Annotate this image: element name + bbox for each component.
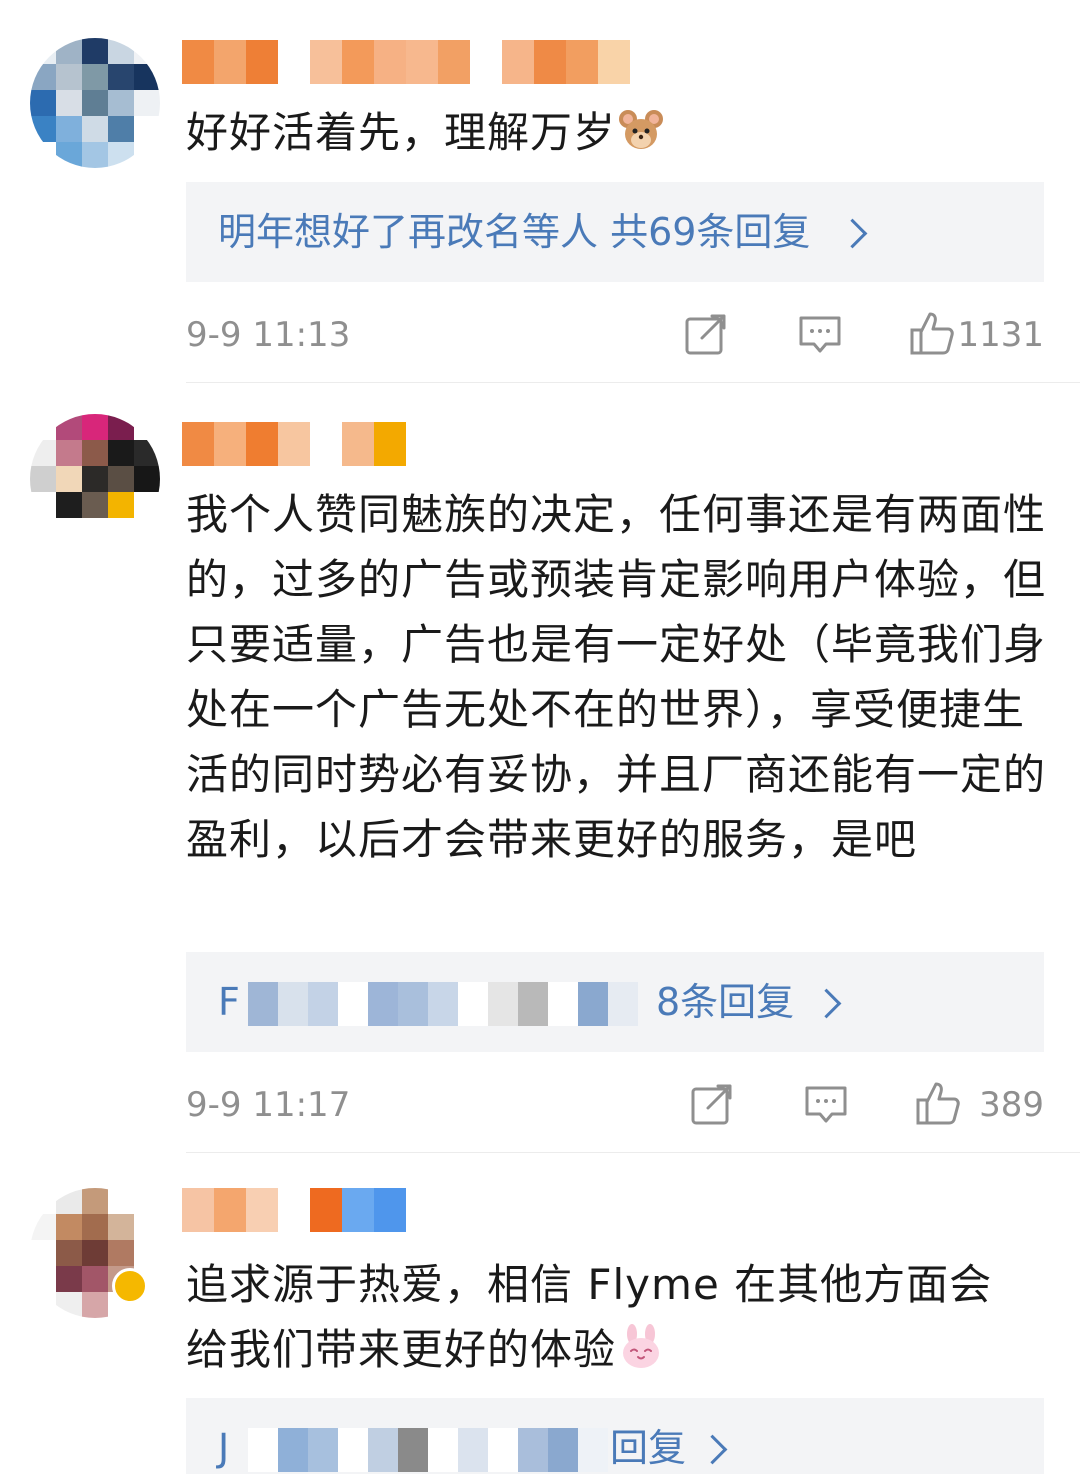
reply-summary-prefix: J <box>218 1426 230 1470</box>
verified-badge-icon <box>112 1268 148 1304</box>
reply-count: 8条回复 <box>656 980 795 1024</box>
username-redacted[interactable] <box>182 40 630 84</box>
reply-summary-prefix: F <box>218 980 240 1024</box>
comment-icon[interactable] <box>796 310 844 358</box>
reply-summary[interactable]: F 8条回复 <box>186 952 1044 1052</box>
comment-icon[interactable] <box>802 1080 850 1128</box>
redacted-text <box>248 1428 608 1472</box>
comment-text: 我个人赞同魅族的决定，任何事还是有两面性的，过多的广告或预装肯定影响用户体验，但… <box>186 490 1047 864</box>
avatar[interactable] <box>30 38 160 168</box>
reply-summary[interactable]: 明年想好了再改名等人 共69条回复 <box>186 182 1044 282</box>
redacted-text <box>248 982 638 1026</box>
chevron-right-icon <box>697 1434 728 1465</box>
share-icon[interactable] <box>688 1080 736 1128</box>
share-icon[interactable] <box>682 310 730 358</box>
comment-actions: 9-9 11:17 389 <box>186 1076 1044 1136</box>
chevron-right-icon <box>837 218 868 249</box>
divider <box>186 382 1080 383</box>
like-count: 389 <box>979 1085 1044 1125</box>
timestamp: 9-9 11:13 <box>186 315 351 355</box>
jerry-mouse-emoji <box>619 110 664 149</box>
comment-text: 追求源于热爱，相信 Flyme 在其他方面会 给我们带来更好的体验 <box>186 1260 993 1374</box>
pink-bunny-emoji <box>623 1324 660 1368</box>
username-redacted[interactable] <box>182 422 406 466</box>
thumbs-up-icon[interactable] <box>914 1080 962 1128</box>
comment-text: 好好活着先，理解万岁 <box>186 100 1056 165</box>
reply-summary[interactable]: J 回复 <box>186 1398 1044 1474</box>
comment-feed: 好好活着先，理解万岁 明年想好了再改名等人 共69条回复 9-9 11:13 1… <box>0 0 1080 1474</box>
like-count: 1131 <box>957 315 1044 355</box>
avatar[interactable] <box>30 414 160 544</box>
username-redacted[interactable] <box>182 1188 406 1232</box>
chevron-right-icon <box>811 988 842 1019</box>
divider <box>186 1152 1080 1153</box>
comment-actions: 9-9 11:13 1131 <box>186 306 1044 366</box>
timestamp: 9-9 11:17 <box>186 1085 351 1125</box>
reply-count: 回复 <box>610 1426 687 1470</box>
reply-summary-text: 明年想好了再改名等人 共69条回复 <box>218 210 811 254</box>
thumbs-up-icon[interactable] <box>908 310 956 358</box>
